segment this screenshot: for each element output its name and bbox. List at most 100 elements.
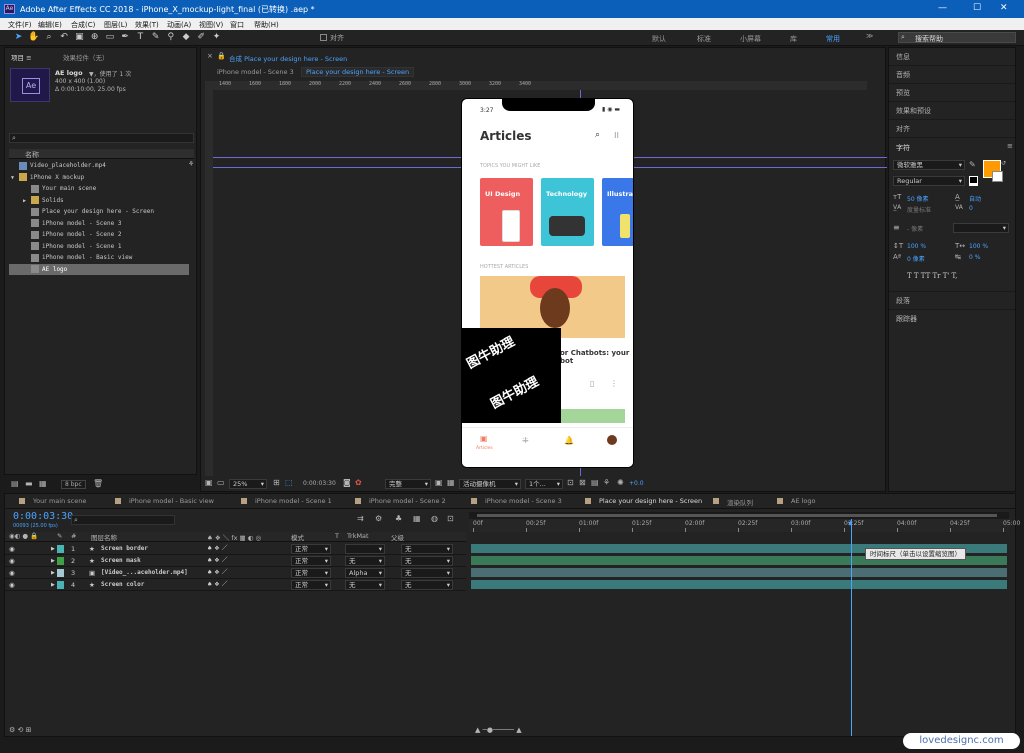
- vertical-ruler[interactable]: [205, 90, 213, 476]
- horizontal-scale-value[interactable]: 100 %: [969, 243, 988, 250]
- visibility-eye-icon[interactable]: ◉: [9, 579, 15, 591]
- minimize-button[interactable]: —: [938, 3, 947, 13]
- views-dropdown[interactable]: 1个... ▾: [525, 479, 563, 489]
- layer-expand-icon[interactable]: ▶: [51, 567, 55, 579]
- panel-preview[interactable]: 预览: [889, 84, 1015, 102]
- fast-preview-icon[interactable]: ⊠: [579, 478, 586, 487]
- layer-switches-icons[interactable]: ♠ ❖ ／: [207, 543, 228, 555]
- layer-switches-icons[interactable]: ♠ ❖ ／: [207, 555, 228, 567]
- comp-footer-icons[interactable]: ⚙ ⟲ ⊞: [9, 726, 31, 734]
- nav-articles-label[interactable]: Articles: [476, 446, 493, 451]
- delete-icon[interactable]: 🗑: [93, 479, 103, 488]
- menu-view[interactable]: 视图(V): [199, 20, 223, 30]
- comp-timecode[interactable]: 0:00:03:30: [303, 480, 336, 487]
- layer-mode-dropdown[interactable]: 正常 ▾: [291, 544, 331, 554]
- pan-behind-tool-icon[interactable]: ⊕: [88, 31, 101, 44]
- close-tab-icon[interactable]: ×: [207, 52, 213, 60]
- timeline-search-field[interactable]: ⌕: [71, 515, 175, 525]
- column-trkmat[interactable]: TrkMat: [347, 532, 369, 540]
- menu-layer[interactable]: 图层(L): [104, 20, 127, 30]
- timeline-icon[interactable]: ▤: [591, 478, 599, 487]
- workspace-standard[interactable]: 标准: [697, 34, 711, 44]
- align-checkbox[interactable]: [320, 34, 327, 41]
- fit-icon[interactable]: ⊞: [273, 478, 280, 487]
- tab-project[interactable]: 项目 ≡: [11, 52, 32, 62]
- color-channel-icon[interactable]: ✿: [355, 478, 362, 487]
- layer-duration-bar[interactable]: [471, 568, 1007, 577]
- bpc-label[interactable]: 8 bpc: [61, 480, 86, 489]
- font-dropdown[interactable]: 微软雅黑 ▾: [893, 160, 965, 170]
- column-layer-name[interactable]: 图层名称: [91, 532, 117, 542]
- timeline-tab[interactable]: iPhone model - Basic view: [129, 497, 214, 505]
- zoom-tool-icon[interactable]: ⌕: [42, 31, 55, 44]
- layer-row[interactable]: ◉ ▶ 4 ★ Screen color ♠ ❖ ／ 正常 ▾ 无 ▾ 无 ▾: [5, 579, 466, 591]
- tab-effect-controls[interactable]: 效果控件（无）: [63, 52, 109, 62]
- timeline-tab[interactable]: iPhone model - Scene 3: [485, 497, 562, 505]
- rectangle-tool-icon[interactable]: ▭: [103, 31, 116, 44]
- draft-3d-icon[interactable]: ⚙: [375, 514, 382, 523]
- layer-row[interactable]: ◉ ▶ 3 ▣ [Video_...aceholder.mp4] ♠ ❖ ／ 正常 ▾ Alph…: [5, 567, 466, 579]
- breadcrumb-scene3[interactable]: iPhone model - Scene 3: [217, 68, 294, 76]
- horizontal-ruler[interactable]: 1400 1600 1800 2000 2200 2400 2600 2800 …: [205, 81, 867, 90]
- layer-mode-dropdown[interactable]: 正常 ▾: [291, 580, 331, 590]
- layer-parent-dropdown[interactable]: 无 ▾: [401, 568, 453, 578]
- brush-tool-icon[interactable]: ✎: [149, 31, 162, 44]
- expand-arrow-icon[interactable]: ▶: [23, 196, 31, 207]
- menu-animation[interactable]: 动画(A): [167, 20, 191, 30]
- vertical-scale-value[interactable]: 100 %: [907, 243, 926, 250]
- camera-snapshot-icon[interactable]: ◙: [343, 478, 351, 487]
- timeline-tab[interactable]: AE logo: [791, 497, 816, 505]
- label-color-swatch[interactable]: [57, 581, 64, 589]
- layer-expand-icon[interactable]: ▶: [51, 543, 55, 555]
- project-item[interactable]: iPhone model - Basic view: [9, 252, 189, 263]
- workspace-small-screen[interactable]: 小屏幕: [740, 34, 761, 44]
- project-item[interactable]: iPhone model - Scene 3: [9, 218, 189, 229]
- motion-blur-icon[interactable]: ◍: [431, 514, 438, 523]
- timeline-tab[interactable]: Place your design here - Screen: [599, 497, 702, 505]
- topic-card-illustration[interactable]: Illustrat: [602, 178, 633, 246]
- stroke-type-dropdown[interactable]: ▾: [953, 223, 1009, 233]
- layer-row[interactable]: ◉ ▶ 1 ★ Screen border ♠ ❖ ／ 正常 ▾ ▾ 无 ▾: [5, 543, 466, 555]
- baseline-value[interactable]: 0 像素: [907, 254, 925, 263]
- layer-switches-icons[interactable]: ♠ ❖ ／: [207, 579, 228, 591]
- tsume-value[interactable]: 0 %: [969, 254, 980, 261]
- panel-align[interactable]: 对齐: [889, 120, 1015, 138]
- expand-arrow-icon[interactable]: ▼: [11, 173, 19, 184]
- layer-mode-dropdown[interactable]: 正常 ▾: [291, 556, 331, 566]
- work-area-bar[interactable]: [477, 514, 997, 517]
- visibility-eye-icon[interactable]: ◉: [9, 555, 15, 567]
- leading-value[interactable]: 自动: [969, 194, 981, 203]
- kerning-value[interactable]: 度量标准: [907, 205, 931, 214]
- menu-window[interactable]: 窗口: [230, 20, 244, 30]
- roto-brush-tool-icon[interactable]: ✐: [195, 31, 208, 44]
- panel-effects-presets[interactable]: 效果和预设: [889, 102, 1015, 120]
- eyedropper-icon[interactable]: ✎: [969, 160, 976, 169]
- camera-tool-icon[interactable]: ▣: [73, 31, 86, 44]
- timeline-tab[interactable]: Your main scene: [33, 497, 86, 505]
- timeline-tab[interactable]: iPhone model - Scene 1: [255, 497, 332, 505]
- layer-parent-dropdown[interactable]: 无 ▾: [401, 544, 453, 554]
- layer-trkmat-dropdown[interactable]: ▾: [345, 544, 385, 554]
- region-of-interest-icon[interactable]: ▣: [435, 478, 443, 487]
- more-icon[interactable]: ⋮: [610, 379, 618, 388]
- time-navigator[interactable]: [469, 512, 1009, 519]
- new-comp-icon[interactable]: ▦: [39, 479, 47, 488]
- project-item[interactable]: ▶ Solids: [9, 195, 189, 206]
- close-button[interactable]: ✕: [1000, 3, 1008, 13]
- timeline-tab[interactable]: 渲染队列: [727, 497, 753, 507]
- exposure-value[interactable]: +0.0: [629, 480, 644, 487]
- layer-name[interactable]: [Video_...aceholder.mp4]: [101, 567, 205, 579]
- comp-tab-title[interactable]: 合成 Place your design here - Screen: [229, 53, 347, 63]
- workspace-default[interactable]: 默认: [652, 34, 666, 44]
- nav-grid-icon[interactable]: ⁜: [522, 436, 529, 445]
- bookmark-icon[interactable]: ▯: [590, 379, 594, 388]
- white-swatch[interactable]: [969, 183, 978, 186]
- new-folder-icon[interactable]: ▬: [25, 479, 33, 488]
- visibility-eye-icon[interactable]: ◉: [9, 567, 15, 579]
- eraser-tool-icon[interactable]: ◆: [180, 31, 193, 44]
- visibility-eye-icon[interactable]: ◉: [9, 543, 15, 555]
- shy-icon[interactable]: ♣: [395, 514, 402, 523]
- puppet-tool-icon[interactable]: ✦: [210, 31, 223, 44]
- layer-trkmat-dropdown[interactable]: Alpha ▾: [345, 568, 385, 578]
- phone-search-icon[interactable]: ⌕: [595, 130, 600, 140]
